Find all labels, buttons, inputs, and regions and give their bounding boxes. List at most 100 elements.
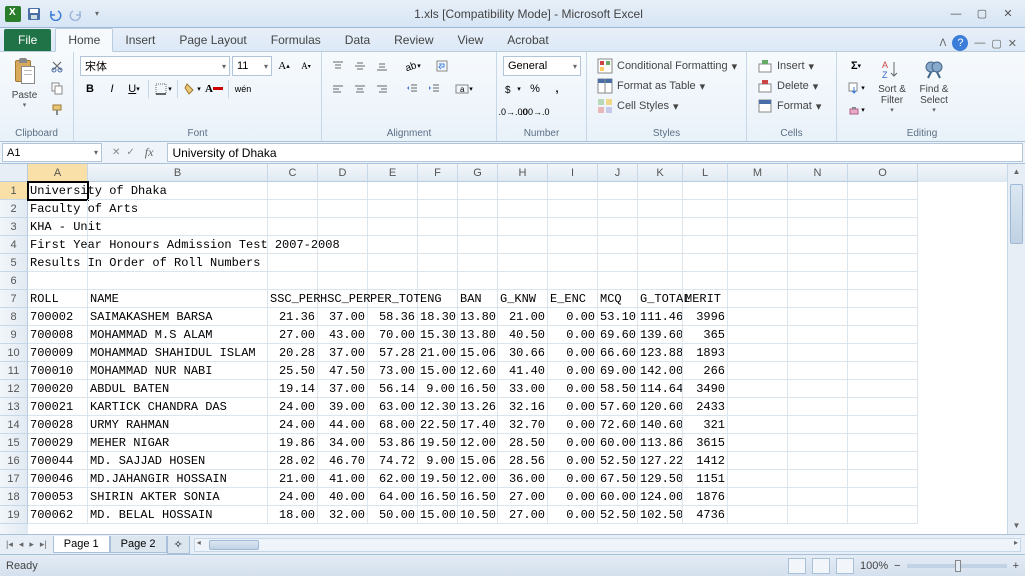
cell[interactable] [268, 272, 318, 290]
cell[interactable]: PER_TOT [368, 290, 418, 308]
cell[interactable] [418, 218, 458, 236]
cell[interactable] [268, 182, 318, 200]
cell[interactable]: 25.50 [268, 362, 318, 380]
col-header-B[interactable]: B [88, 164, 268, 182]
cell[interactable]: 16.50 [458, 380, 498, 398]
cell[interactable]: 27.00 [268, 326, 318, 344]
cell[interactable]: 68.00 [368, 416, 418, 434]
cell[interactable]: 16.50 [458, 488, 498, 506]
cell[interactable]: 700021 [28, 398, 88, 416]
cell[interactable]: 129.50 [638, 470, 683, 488]
cell[interactable]: 69.00 [598, 362, 638, 380]
cell[interactable]: 700029 [28, 434, 88, 452]
cell[interactable]: 15.00 [418, 362, 458, 380]
help-icon[interactable]: ? [952, 35, 968, 51]
cell[interactable] [638, 272, 683, 290]
font-selector[interactable]: 宋体 [80, 56, 230, 76]
cell[interactable] [268, 254, 318, 272]
align-center-icon[interactable] [350, 79, 370, 99]
cell[interactable]: 365 [683, 326, 728, 344]
cell[interactable] [368, 236, 418, 254]
cell[interactable]: 24.00 [268, 488, 318, 506]
cell[interactable]: 102.50 [638, 506, 683, 524]
cell[interactable]: 15.06 [458, 344, 498, 362]
cell[interactable]: 700010 [28, 362, 88, 380]
cell[interactable] [88, 182, 268, 200]
cell[interactable]: 36.00 [498, 470, 548, 488]
doc-restore-icon[interactable]: ▢ [991, 37, 1001, 50]
decrease-font-icon[interactable]: A▾ [296, 56, 316, 76]
cell[interactable] [683, 182, 728, 200]
cell[interactable] [88, 272, 268, 290]
cell[interactable]: 0.00 [548, 308, 598, 326]
col-header-C[interactable]: C [268, 164, 318, 182]
cell[interactable]: 13.80 [458, 308, 498, 326]
scroll-down-icon[interactable]: ▼ [1008, 518, 1025, 534]
row-header-11[interactable]: 11 [0, 362, 28, 380]
cell[interactable] [548, 236, 598, 254]
cell[interactable]: 127.22 [638, 452, 683, 470]
cell[interactable]: 700009 [28, 344, 88, 362]
cell[interactable]: 52.50 [598, 506, 638, 524]
cell[interactable]: 27.00 [498, 506, 548, 524]
cell[interactable] [683, 272, 728, 290]
cell[interactable]: 3490 [683, 380, 728, 398]
cell[interactable] [788, 272, 848, 290]
cell[interactable] [598, 236, 638, 254]
col-header-F[interactable]: F [418, 164, 458, 182]
cell[interactable]: 20.28 [268, 344, 318, 362]
cell[interactable]: 13.26 [458, 398, 498, 416]
row-header-12[interactable]: 12 [0, 380, 28, 398]
sheet-tab-page2[interactable]: Page 2 [110, 536, 167, 553]
cell[interactable] [268, 218, 318, 236]
cell[interactable]: MOHAMMAD M.S ALAM [88, 326, 268, 344]
cell[interactable] [728, 218, 788, 236]
maximize-button[interactable]: ▢ [973, 6, 991, 22]
cell[interactable] [458, 272, 498, 290]
cancel-formula-icon[interactable]: ✕ [112, 147, 120, 158]
cell[interactable] [638, 236, 683, 254]
cell[interactable]: MOHAMMAD NUR NABI [88, 362, 268, 380]
cell[interactable]: 58.36 [368, 308, 418, 326]
col-header-O[interactable]: O [848, 164, 918, 182]
cell[interactable]: 0.00 [548, 488, 598, 506]
scroll-up-icon[interactable]: ▲ [1008, 164, 1025, 180]
row-header-18[interactable]: 18 [0, 488, 28, 506]
cell[interactable] [788, 218, 848, 236]
vertical-scrollbar[interactable]: ▲ ▼ [1007, 164, 1025, 534]
cell[interactable]: 3996 [683, 308, 728, 326]
row-header-14[interactable]: 14 [0, 416, 28, 434]
cell[interactable] [848, 506, 918, 524]
cell[interactable] [728, 470, 788, 488]
comma-icon[interactable]: , [547, 79, 567, 99]
col-header-K[interactable]: K [638, 164, 683, 182]
cell[interactable]: 67.50 [598, 470, 638, 488]
cell[interactable]: 1151 [683, 470, 728, 488]
excel-logo[interactable] [4, 5, 22, 23]
accounting-format-icon[interactable]: $▾ [503, 79, 523, 99]
cell[interactable] [318, 254, 368, 272]
cell[interactable]: 13.80 [458, 326, 498, 344]
cell[interactable] [548, 182, 598, 200]
row-header-17[interactable]: 17 [0, 470, 28, 488]
cell[interactable] [88, 218, 268, 236]
cell[interactable]: 58.50 [598, 380, 638, 398]
orientation-icon[interactable]: ab▾ [402, 56, 422, 76]
formula-input[interactable]: University of Dhaka [167, 143, 1023, 162]
cell[interactable] [318, 272, 368, 290]
cell[interactable] [368, 254, 418, 272]
cell[interactable] [848, 398, 918, 416]
cell[interactable] [598, 182, 638, 200]
row-header-1[interactable]: 1 [0, 182, 28, 200]
cell[interactable] [788, 488, 848, 506]
fill-color-icon[interactable]: ▾ [182, 79, 202, 99]
cell[interactable]: 34.00 [318, 434, 368, 452]
cell[interactable] [368, 218, 418, 236]
cell[interactable] [728, 272, 788, 290]
cell[interactable] [498, 218, 548, 236]
cell[interactable]: 57.28 [368, 344, 418, 362]
cell[interactable] [848, 308, 918, 326]
cell[interactable]: 266 [683, 362, 728, 380]
cell[interactable] [368, 272, 418, 290]
cell[interactable]: HSC_PER [318, 290, 368, 308]
